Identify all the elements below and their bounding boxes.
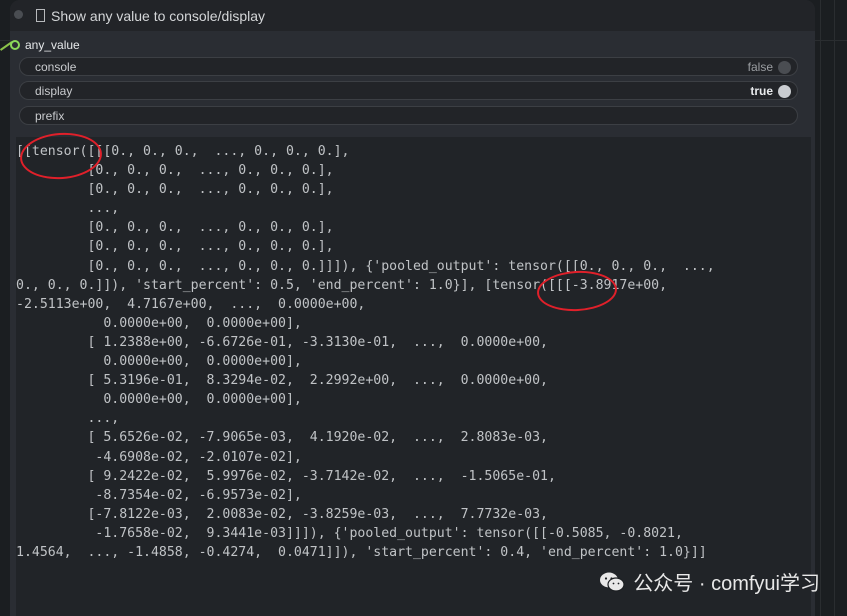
- watermark: 公众号 · comfyui学习: [599, 567, 820, 596]
- console-label: console: [35, 60, 77, 74]
- node-badge-icon: [36, 9, 45, 22]
- toggle-off-icon: [778, 61, 791, 74]
- display-value: true: [750, 84, 773, 98]
- watermark-text: 公众号 · comfyui学习: [633, 573, 820, 595]
- console-toggle[interactable]: console false: [19, 57, 798, 76]
- node-title-text: Show any value to console/display: [51, 8, 266, 24]
- toggle-on-icon: [778, 85, 791, 98]
- output-display[interactable]: [[tensor([[[0., 0., 0., ..., 0., 0., 0.]…: [16, 137, 811, 616]
- input-slot-dot-icon[interactable]: [10, 40, 20, 50]
- node-title: Show any value to console/display: [36, 8, 265, 24]
- canvas-grid-line: [834, 0, 835, 616]
- display-label: display: [35, 84, 73, 98]
- canvas-grid-line: [820, 0, 821, 616]
- input-slot-label: any_value: [25, 38, 80, 52]
- console-value: false: [747, 60, 773, 74]
- collapse-dot-icon[interactable]: [14, 10, 23, 19]
- prefix-label: prefix: [35, 109, 65, 123]
- wechat-icon: [600, 572, 625, 592]
- show-any-node[interactable]: Show any value to console/display any_va…: [0, 0, 815, 616]
- display-toggle[interactable]: display true: [19, 81, 798, 100]
- node-header[interactable]: Show any value to console/display: [10, 0, 815, 31]
- prefix-input[interactable]: prefix: [19, 106, 798, 125]
- output-text: [[tensor([[[0., 0., 0., ..., 0., 0., 0.]…: [16, 144, 715, 560]
